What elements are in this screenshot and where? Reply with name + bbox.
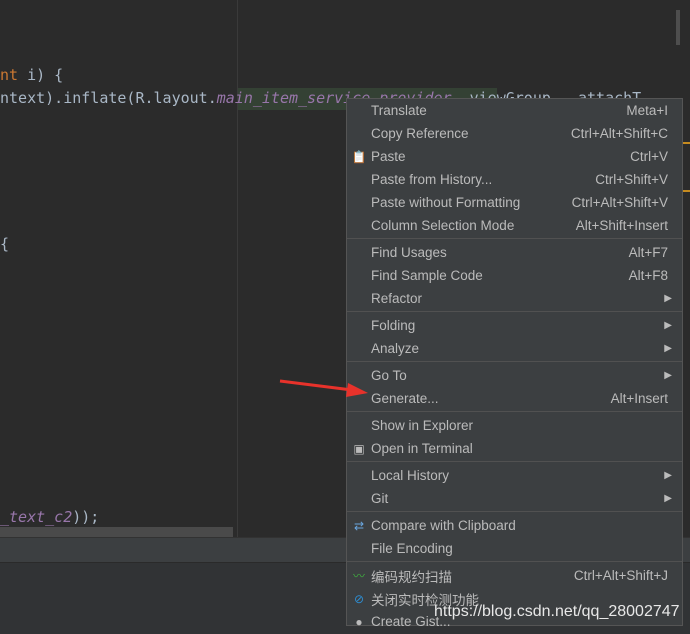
arrow-shaft [279,379,353,392]
watermark: https://blog.csdn.net/qq_28002747 [434,603,680,620]
red-arrow-annotation [279,379,368,397]
arrow-head [346,383,368,397]
